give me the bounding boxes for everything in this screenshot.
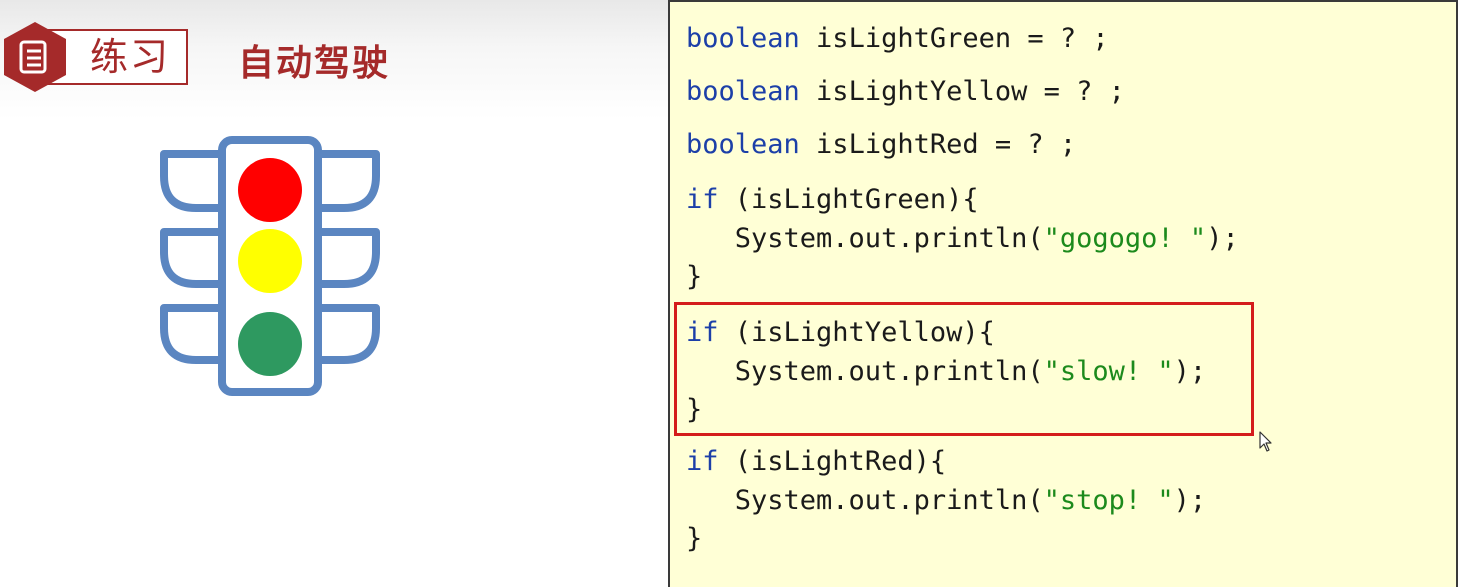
document-icon <box>4 22 66 92</box>
badge-label: 练习 <box>90 35 171 79</box>
right-visor-top <box>318 150 380 212</box>
code-line-close-green: } <box>686 261 703 292</box>
mouse-cursor-icon <box>1259 431 1272 452</box>
code-line-print-red: System.out.println("stop! "); <box>686 485 1207 516</box>
red-light <box>238 158 302 222</box>
left-visor-top <box>160 150 222 212</box>
right-visor-middle <box>318 228 380 288</box>
code-line-print-green: System.out.println("gogogo! "); <box>686 223 1239 254</box>
exercise-badge: 练习 <box>0 20 200 94</box>
right-visor-bottom <box>318 304 380 364</box>
code-line-if-yellow: if (isLightYellow){ <box>686 317 995 348</box>
code-line-decl-green: boolean isLightGreen = ? ; <box>686 23 1109 54</box>
traffic-light-icon <box>160 136 380 396</box>
code-line-print-yellow: System.out.println("slow! "); <box>686 356 1207 387</box>
code-line-if-red: if (isLightRed){ <box>686 446 947 477</box>
page-title: 自动驾驶 <box>238 43 391 84</box>
code-line-if-green: if (isLightGreen){ <box>686 184 979 215</box>
code-line-close-yellow: } <box>686 394 703 425</box>
code-line-close-red: } <box>686 523 703 554</box>
yellow-light <box>238 229 302 293</box>
left-visor-middle <box>160 228 222 288</box>
green-light <box>238 312 302 376</box>
code-panel: boolean isLightGreen = ? ; boolean isLig… <box>668 0 1458 587</box>
code-line-decl-yellow: boolean isLightYellow = ? ; <box>686 76 1125 107</box>
code-line-decl-red: boolean isLightRed = ? ; <box>686 129 1077 160</box>
left-visor-bottom <box>160 304 222 364</box>
